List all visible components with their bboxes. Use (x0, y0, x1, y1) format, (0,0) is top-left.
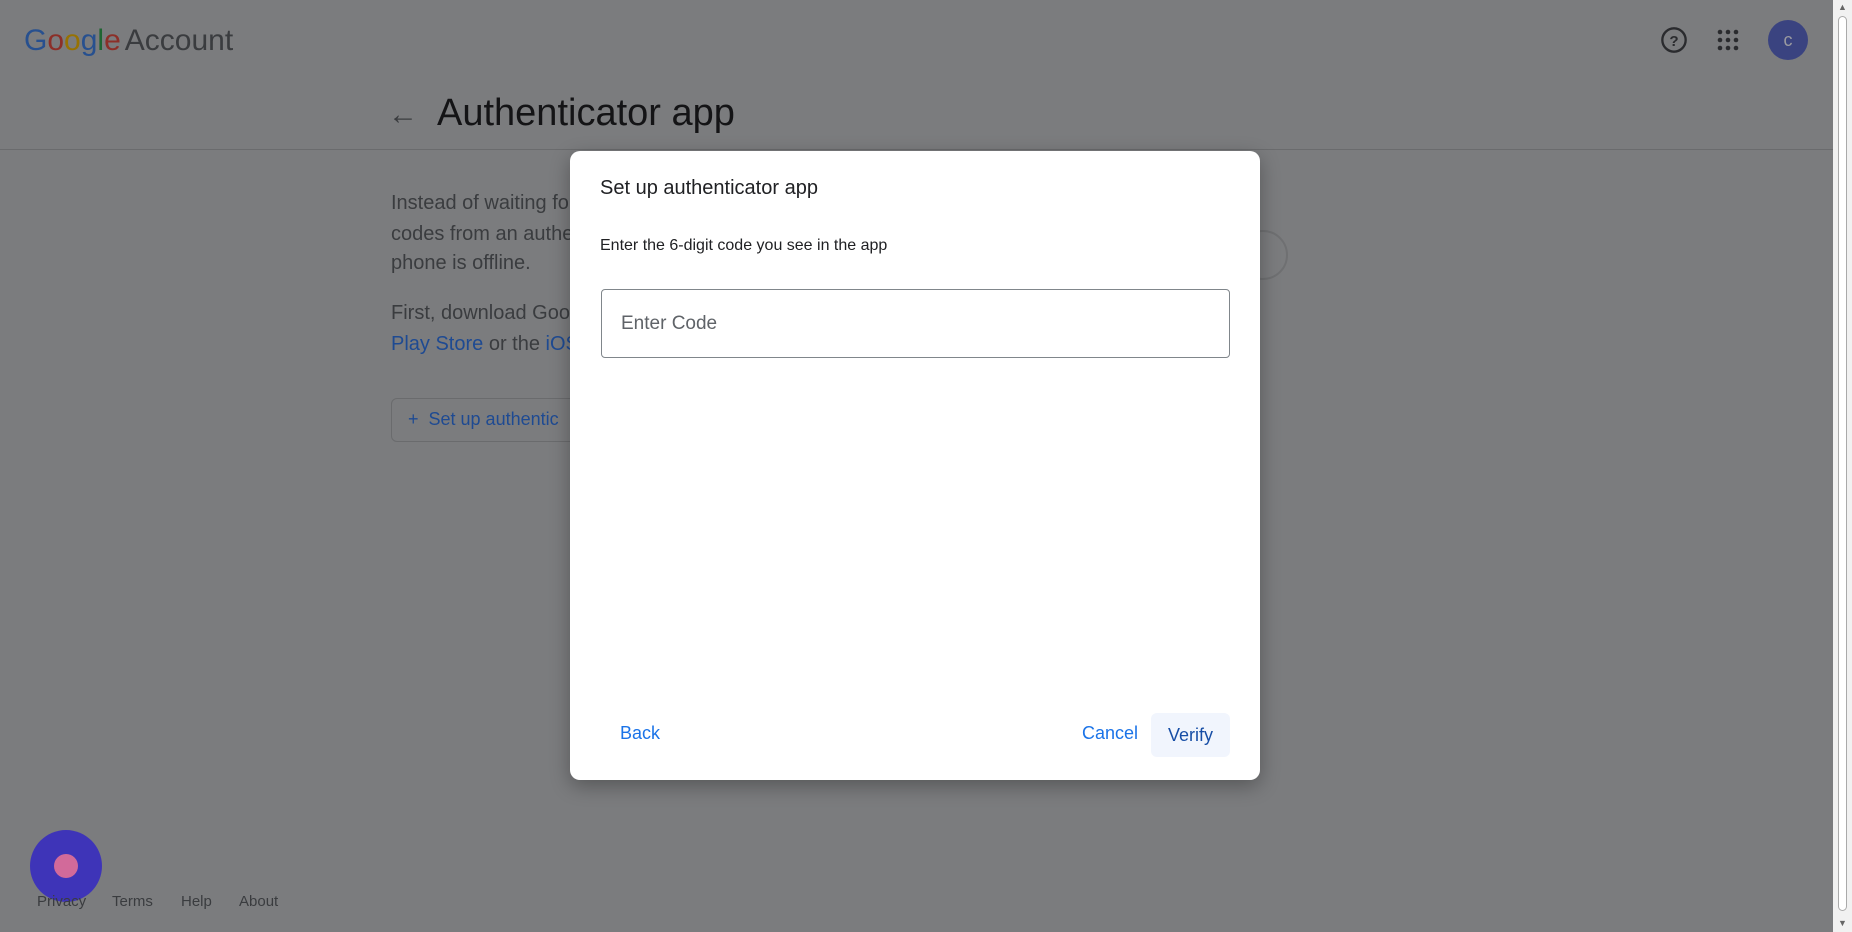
plus-icon: + (408, 409, 419, 429)
scrollbar-thumb[interactable] (1838, 16, 1847, 911)
dialog-title: Set up authenticator app (600, 177, 818, 199)
svg-text:?: ? (1669, 33, 1678, 50)
download-links-line: Play Store or the iOS (391, 333, 579, 356)
apps-grid-icon[interactable] (1712, 24, 1744, 56)
play-store-link[interactable]: Play Store (391, 333, 483, 355)
setup-authenticator-label: Set up authentic (428, 409, 559, 429)
footer-help-link[interactable]: Help (181, 893, 212, 910)
google-account-logo[interactable]: Google Account (24, 24, 233, 58)
account-avatar[interactable]: c (1768, 20, 1808, 60)
footer-about-link[interactable]: About (239, 893, 278, 910)
header-divider (0, 149, 1833, 150)
cancel-button[interactable]: Cancel (1068, 713, 1152, 754)
back-button[interactable]: Back (606, 713, 674, 754)
setup-authenticator-dialog: Set up authenticator app Enter the 6-dig… (570, 151, 1260, 780)
download-line: First, download Goo (391, 302, 570, 324)
page-title: Authenticator app (437, 92, 735, 134)
back-arrow-icon[interactable]: ← (388, 98, 418, 132)
description-line: codes from an authe (391, 223, 574, 245)
description-line: phone is offline. (391, 252, 531, 274)
code-input[interactable] (601, 289, 1230, 358)
record-dot-icon (54, 854, 78, 878)
footer-privacy-link[interactable]: Privacy (37, 893, 86, 910)
google-logo-text: Google (24, 24, 121, 57)
account-label: Account (124, 24, 234, 57)
scroll-up-icon[interactable]: ▲ (1838, 2, 1847, 12)
footer-terms-link[interactable]: Terms (112, 893, 153, 910)
help-icon[interactable]: ? (1658, 24, 1690, 56)
setup-authenticator-button[interactable]: + Set up authentic (391, 398, 591, 442)
dialog-instructions: Enter the 6-digit code you see in the ap… (600, 237, 888, 254)
verify-button[interactable]: Verify (1151, 713, 1230, 757)
link-separator: or the (483, 333, 546, 355)
description-line: Instead of waiting fo (391, 192, 569, 214)
scroll-down-icon[interactable]: ▼ (1838, 918, 1847, 928)
